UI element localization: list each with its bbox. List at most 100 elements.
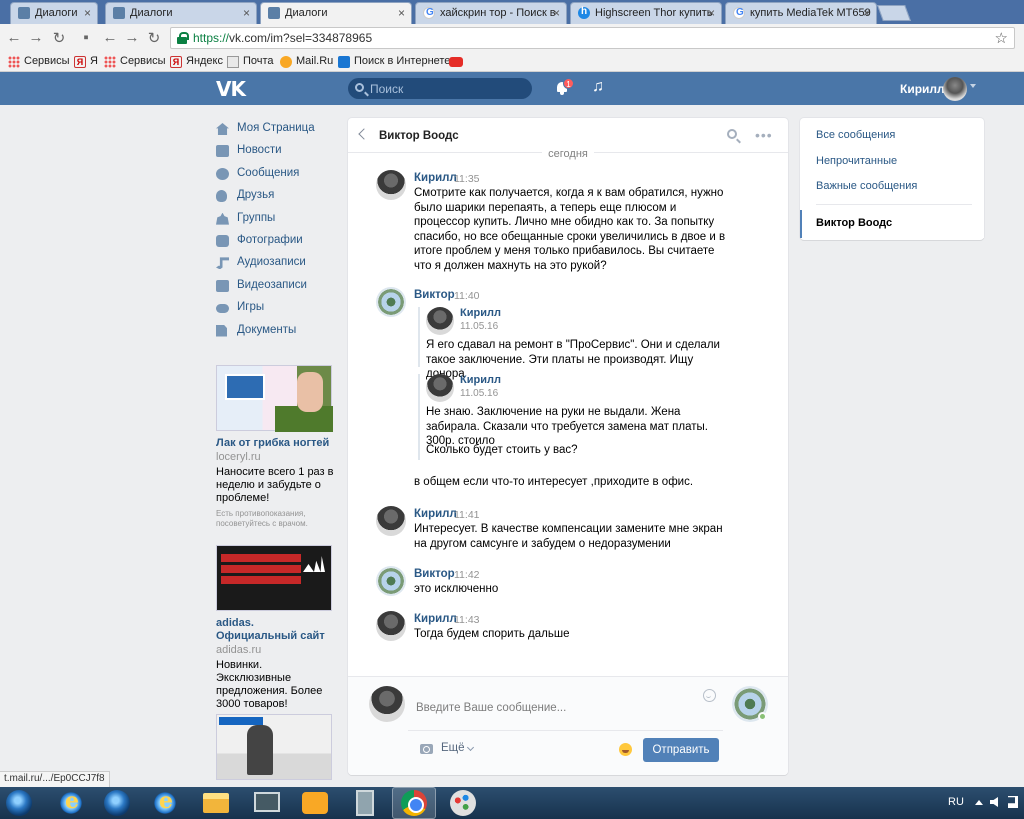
bookmark-star-icon[interactable]: ☆ [995, 29, 1008, 47]
tray-expand-icon[interactable] [975, 800, 983, 805]
paint-icon[interactable] [450, 790, 476, 816]
close-icon[interactable]: × [84, 6, 91, 20]
ad-block[interactable] [216, 714, 334, 780]
menu-item-news[interactable]: Новости [216, 142, 346, 164]
volume-icon[interactable] [990, 797, 998, 807]
nav-active-dialog[interactable]: Виктор Воодс [800, 210, 984, 238]
chat-peer-name[interactable]: Виктор Воодс [379, 130, 459, 142]
bookmark-item[interactable]: Сервисы [8, 55, 70, 68]
chevron-down-icon[interactable] [970, 84, 976, 88]
avatar[interactable] [426, 374, 454, 402]
message-input[interactable] [408, 685, 723, 731]
internet-explorer-icon[interactable] [58, 788, 84, 816]
bookmark-item[interactable]: Почта [227, 55, 274, 68]
send-button[interactable]: Отправить [643, 738, 719, 762]
ad-block[interactable]: Лак от грибка ногтей loceryl.ru Наносите… [216, 365, 334, 529]
close-icon[interactable]: × [553, 6, 560, 20]
language-indicator[interactable]: RU [948, 796, 964, 808]
forwarded-author[interactable]: Кирилл [460, 307, 501, 319]
more-dots-icon[interactable]: ••• [755, 127, 773, 143]
start-button[interactable] [6, 790, 32, 816]
close-icon[interactable]: × [243, 6, 250, 20]
music-note-icon[interactable]: ♫ [592, 78, 604, 96]
camera-icon[interactable] [420, 744, 433, 754]
my-avatar[interactable] [369, 686, 405, 722]
forward-arrow-icon[interactable]: → [27, 29, 45, 46]
menu-item-video[interactable]: Видеозаписи [216, 277, 346, 299]
games-icon [216, 304, 229, 314]
ad-title[interactable]: Лак от грибка ногтей [216, 437, 334, 450]
back-chevron-icon[interactable] [358, 128, 370, 140]
avatar[interactable] [376, 506, 406, 536]
reload-icon[interactable]: ↻ [50, 29, 68, 47]
chevron-down-icon[interactable] [466, 743, 475, 752]
nav-all-messages[interactable]: Все сообщения [816, 129, 895, 141]
search-icon[interactable] [727, 129, 737, 139]
windows-logo-icon[interactable] [104, 790, 130, 816]
ad-image[interactable] [216, 365, 333, 432]
calculator-icon[interactable] [356, 790, 374, 816]
browser-tab[interactable]: Диалоги × [10, 2, 98, 24]
search-input[interactable] [370, 81, 520, 96]
close-icon[interactable]: × [398, 6, 405, 20]
menu-item-messages[interactable]: Сообщения [216, 165, 346, 187]
avatar[interactable] [376, 566, 406, 596]
ad-title[interactable]: adidas. Официальный сайт [216, 617, 334, 643]
header-user-name[interactable]: Кирилл [900, 82, 945, 96]
menu-item-groups[interactable]: Группы [216, 210, 346, 232]
message-author[interactable]: Виктор [414, 568, 455, 580]
folder-icon[interactable] [203, 793, 229, 813]
attach-more-button[interactable]: Ещё [441, 742, 465, 754]
internet-explorer-icon[interactable] [152, 788, 178, 816]
monitor-icon[interactable] [254, 792, 280, 812]
smile-icon[interactable] [703, 689, 716, 702]
message-text: в общем если что-то интересует ,приходит… [414, 476, 694, 488]
menu-item-photos[interactable]: Фотографии [216, 232, 346, 254]
message-author[interactable]: Виктор [414, 289, 455, 301]
emoji-icon[interactable] [619, 743, 632, 756]
menu-item-games[interactable]: Игры [216, 299, 346, 321]
back-arrow-icon[interactable]: ← [101, 29, 119, 46]
bookmark-item[interactable]: ЯЯ [74, 55, 98, 68]
close-icon[interactable]: × [863, 6, 870, 20]
menu-item-documents[interactable]: Документы [216, 322, 346, 344]
back-arrow-icon[interactable]: ← [5, 29, 23, 46]
avatar[interactable] [376, 611, 406, 641]
nav-important[interactable]: Важные сообщения [816, 180, 917, 192]
header-avatar[interactable] [943, 77, 967, 101]
forwarded-author[interactable]: Кирилл [460, 374, 501, 386]
header-search[interactable] [348, 78, 532, 99]
bookmark-item[interactable]: Сервисы [104, 55, 166, 68]
message-author[interactable]: Кирилл [414, 613, 457, 625]
browser-tab-active[interactable]: Диалоги × [260, 2, 412, 24]
close-icon[interactable]: × [708, 6, 715, 20]
chrome-icon[interactable] [401, 790, 427, 816]
vk-logo[interactable]: VK [216, 77, 246, 101]
reload-icon[interactable]: ↻ [145, 29, 163, 47]
nav-unread[interactable]: Непрочитанные [816, 155, 897, 167]
message-author[interactable]: Кирилл [414, 172, 457, 184]
avatar[interactable] [376, 287, 406, 317]
ad-image[interactable] [216, 714, 332, 780]
ad-block[interactable]: adidas. Официальный сайт adidas.ru Новин… [216, 545, 334, 711]
forward-arrow-icon[interactable]: → [123, 29, 141, 46]
avatar[interactable] [426, 307, 454, 335]
browser-tab[interactable]: хайскрин тор - Поиск в × [415, 2, 567, 24]
bookmark-item[interactable]: Поиск в Интернете [338, 55, 450, 68]
browser-tab[interactable]: купить MediaTek MT659 × [725, 2, 877, 24]
bookmark-item[interactable]: Mail.Ru [280, 55, 333, 68]
media-player-icon[interactable] [302, 792, 328, 814]
message-author[interactable]: Кирилл [414, 508, 457, 520]
avatar[interactable] [376, 170, 406, 200]
bookmark-item[interactable]: Я Яндекс [170, 55, 223, 68]
ad-image[interactable] [216, 545, 332, 611]
action-center-flag-icon[interactable] [1008, 796, 1018, 808]
address-url[interactable]: https://vk.com/im?sel=334878965 [193, 31, 372, 45]
browser-tab[interactable]: Диалоги × [105, 2, 257, 24]
menu-item-my-page[interactable]: Моя Страница [216, 120, 346, 142]
browser-tab[interactable]: Highscreen Thor купить × [570, 2, 722, 24]
address-bar[interactable]: https://vk.com/im?sel=334878965 ☆ [170, 27, 1015, 49]
menu-item-audio[interactable]: Аудиозаписи [216, 254, 346, 276]
menu-item-friends[interactable]: Друзья [216, 187, 346, 209]
new-tab-button[interactable] [877, 5, 911, 21]
